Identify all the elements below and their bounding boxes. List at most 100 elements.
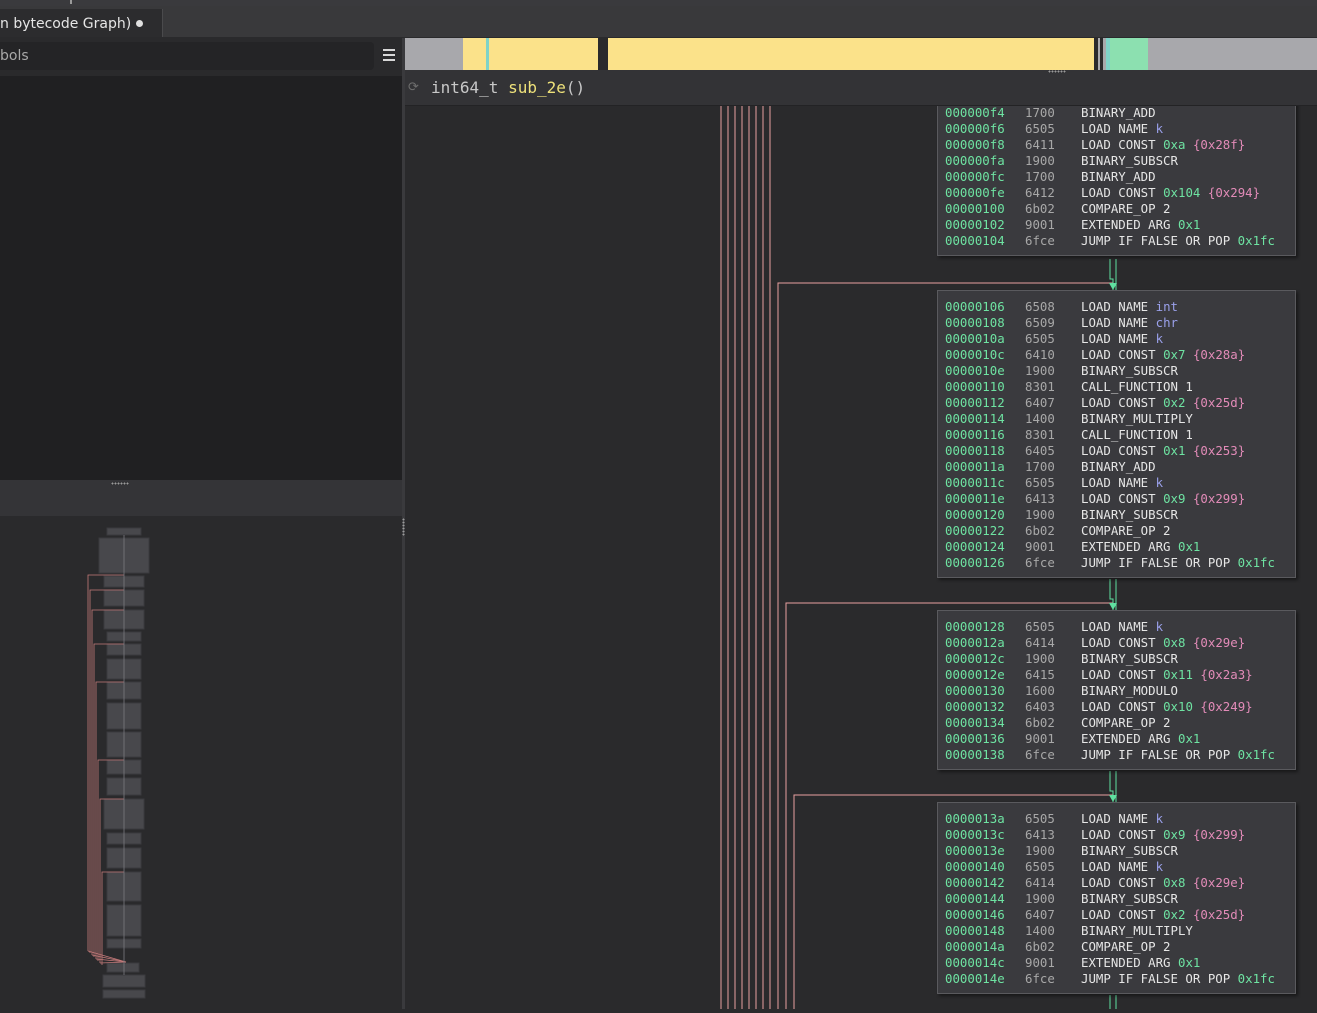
instruction-address[interactable]: 0000011c [945, 475, 1025, 491]
instruction-operand[interactable]: k [1156, 475, 1163, 490]
instruction-address[interactable]: 0000010c [945, 347, 1025, 363]
basic-block[interactable]: 000000f4 1700 BINARY_ADD 000000f6 6505 LOAD N… [937, 106, 1296, 256]
instruction-address[interactable]: 00000138 [945, 747, 1025, 763]
instruction-address[interactable]: 00000132 [945, 699, 1025, 715]
instruction-row[interactable]: 00000116 8301 CALL_FUNCTION 1 [945, 427, 1193, 443]
instruction-row[interactable]: 00000148 1400 BINARY_MULTIPLY [945, 923, 1193, 939]
instruction-address[interactable]: 00000134 [945, 715, 1025, 731]
function-name[interactable]: sub_2e [508, 78, 566, 97]
instruction-row[interactable]: 00000142 6414 LOAD CONST 0x8 {0x29e} [945, 875, 1245, 891]
instruction-row[interactable]: 00000124 9001 EXTENDED ARG 0x1 [945, 539, 1200, 555]
graph-minimap[interactable] [0, 516, 402, 1009]
instruction-operand[interactable]: 0x9 [1163, 491, 1185, 506]
instruction-row[interactable]: 00000108 6509 LOAD NAME chr [945, 315, 1178, 331]
instruction-row[interactable]: 00000140 6505 LOAD NAME k [945, 859, 1163, 875]
instruction-row[interactable]: 00000122 6b02 COMPARE_OP 2 [945, 523, 1171, 539]
refresh-icon[interactable]: ⟳ [408, 80, 419, 95]
instruction-address[interactable]: 00000102 [945, 217, 1025, 233]
instruction-row[interactable]: 0000012c 1900 BINARY_SUBSCR [945, 651, 1178, 667]
instruction-address[interactable]: 0000012e [945, 667, 1025, 683]
instruction-row[interactable]: 00000126 6fce JUMP IF FALSE OR POP 0x1fc [945, 555, 1275, 571]
instruction-address[interactable]: 0000012a [945, 635, 1025, 651]
header-grip-icon[interactable] [1048, 70, 1066, 73]
instruction-operand[interactable]: k [1156, 859, 1163, 874]
operand-reference[interactable]: {0x29e} [1193, 635, 1245, 650]
splitter-grip-icon[interactable] [111, 482, 129, 485]
operand-reference[interactable]: {0x29e} [1193, 875, 1245, 890]
instruction-operand[interactable]: 0x7 [1163, 347, 1185, 362]
instruction-operand[interactable]: 0x2 [1163, 907, 1185, 922]
panel-splitter[interactable] [0, 480, 402, 516]
instruction-row[interactable]: 00000110 8301 CALL_FUNCTION 1 [945, 379, 1193, 395]
instruction-address[interactable]: 0000011a [945, 459, 1025, 475]
graph-view[interactable]: 000000f4 1700 BINARY_ADD 000000f6 6505 LOAD N… [405, 106, 1317, 1009]
instruction-row[interactable]: 0000013c 6413 LOAD CONST 0x9 {0x299} [945, 827, 1245, 843]
instruction-row[interactable]: 00000106 6508 LOAD NAME int [945, 299, 1178, 315]
basic-block[interactable]: 0000013a 6505 LOAD NAME k 0000013c 6413 LOAD … [937, 802, 1296, 994]
operand-reference[interactable]: {0x249} [1200, 699, 1252, 714]
instruction-address[interactable]: 0000013e [945, 843, 1025, 859]
instruction-operand[interactable]: 0x1 [1163, 443, 1185, 458]
instruction-operand[interactable]: 0x1 [1178, 955, 1200, 970]
instruction-row[interactable]: 0000011c 6505 LOAD NAME k [945, 475, 1163, 491]
instruction-address[interactable]: 0000011e [945, 491, 1025, 507]
instruction-row[interactable]: 00000132 6403 LOAD CONST 0x10 {0x249} [945, 699, 1253, 715]
instruction-row[interactable]: 0000013a 6505 LOAD NAME k [945, 811, 1163, 827]
basic-block[interactable]: 00000106 6508 LOAD NAME int 00000108 6509 LOA… [937, 290, 1296, 578]
instruction-address[interactable]: 000000f4 [945, 106, 1025, 121]
instruction-row[interactable]: 0000014a 6b02 COMPARE_OP 2 [945, 939, 1171, 955]
instruction-address[interactable]: 0000014c [945, 955, 1025, 971]
instruction-row[interactable]: 00000136 9001 EXTENDED ARG 0x1 [945, 731, 1200, 747]
instruction-operand[interactable]: 0x8 [1163, 635, 1185, 650]
instruction-row[interactable]: 000000f6 6505 LOAD NAME k [945, 121, 1163, 137]
instruction-operand[interactable]: 0x9 [1163, 827, 1185, 842]
instruction-address[interactable]: 00000122 [945, 523, 1025, 539]
instruction-operand[interactable]: k [1156, 811, 1163, 826]
instruction-address[interactable]: 000000fa [945, 153, 1025, 169]
instruction-address[interactable]: 00000126 [945, 555, 1025, 571]
instruction-address[interactable]: 0000010e [945, 363, 1025, 379]
operand-reference[interactable]: {0x299} [1193, 827, 1245, 842]
instruction-operand[interactable]: 0x1 [1178, 539, 1200, 554]
instruction-row[interactable]: 00000120 1900 BINARY_SUBSCR [945, 507, 1178, 523]
instruction-address[interactable]: 0000013c [945, 827, 1025, 843]
instruction-address[interactable]: 00000148 [945, 923, 1025, 939]
instruction-address[interactable]: 00000136 [945, 731, 1025, 747]
symbol-list[interactable] [0, 76, 402, 480]
instruction-address[interactable]: 00000130 [945, 683, 1025, 699]
instruction-row[interactable]: 0000011e 6413 LOAD CONST 0x9 {0x299} [945, 491, 1245, 507]
instruction-operand[interactable]: 0x1fc [1238, 233, 1275, 248]
instruction-address[interactable]: 0000014e [945, 971, 1025, 987]
instruction-row[interactable]: 000000fc 1700 BINARY_ADD [945, 169, 1156, 185]
instruction-row[interactable]: 00000114 1400 BINARY_MULTIPLY [945, 411, 1193, 427]
instruction-address[interactable]: 00000118 [945, 443, 1025, 459]
operand-reference[interactable]: {0x28f} [1193, 137, 1245, 152]
instruction-address[interactable]: 00000140 [945, 859, 1025, 875]
instruction-row[interactable]: 0000010e 1900 BINARY_SUBSCR [945, 363, 1178, 379]
basic-block[interactable]: 00000128 6505 LOAD NAME k 0000012a 6414 LOAD … [937, 610, 1296, 770]
instruction-operand[interactable]: chr [1156, 315, 1178, 330]
instruction-row[interactable]: 00000102 9001 EXTENDED ARG 0x1 [945, 217, 1200, 233]
tab-bytecode-graph[interactable]: n bytecode Graph) [0, 9, 163, 37]
instruction-row[interactable]: 00000100 6b02 COMPARE_OP 2 [945, 201, 1171, 217]
symbol-search-input[interactable] [0, 42, 360, 70]
instruction-row[interactable]: 0000014e 6fce JUMP IF FALSE OR POP 0x1fc [945, 971, 1275, 987]
symbol-search-box[interactable] [0, 42, 374, 70]
instruction-address[interactable]: 00000104 [945, 233, 1025, 249]
instruction-row[interactable]: 0000010a 6505 LOAD NAME k [945, 331, 1163, 347]
instruction-address[interactable]: 0000012c [945, 651, 1025, 667]
instruction-row[interactable]: 000000f8 6411 LOAD CONST 0xa {0x28f} [945, 137, 1245, 153]
instruction-row[interactable]: 00000134 6b02 COMPARE_OP 2 [945, 715, 1171, 731]
instruction-operand[interactable]: 0xa [1163, 137, 1185, 152]
instruction-operand[interactable]: int [1156, 299, 1178, 314]
instruction-address[interactable]: 00000112 [945, 395, 1025, 411]
function-signature[interactable]: int64_t sub_2e() [431, 78, 585, 97]
instruction-row[interactable]: 00000128 6505 LOAD NAME k [945, 619, 1163, 635]
instruction-row[interactable]: 0000012e 6415 LOAD CONST 0x11 {0x2a3} [945, 667, 1253, 683]
instruction-address[interactable]: 00000110 [945, 379, 1025, 395]
instruction-row[interactable]: 00000118 6405 LOAD CONST 0x1 {0x253} [945, 443, 1245, 459]
instruction-operand[interactable]: 0x2 [1163, 395, 1185, 410]
instruction-operand[interactable]: k [1156, 121, 1163, 136]
instruction-address[interactable]: 000000fe [945, 185, 1025, 201]
instruction-operand[interactable]: 0x104 [1163, 185, 1200, 200]
